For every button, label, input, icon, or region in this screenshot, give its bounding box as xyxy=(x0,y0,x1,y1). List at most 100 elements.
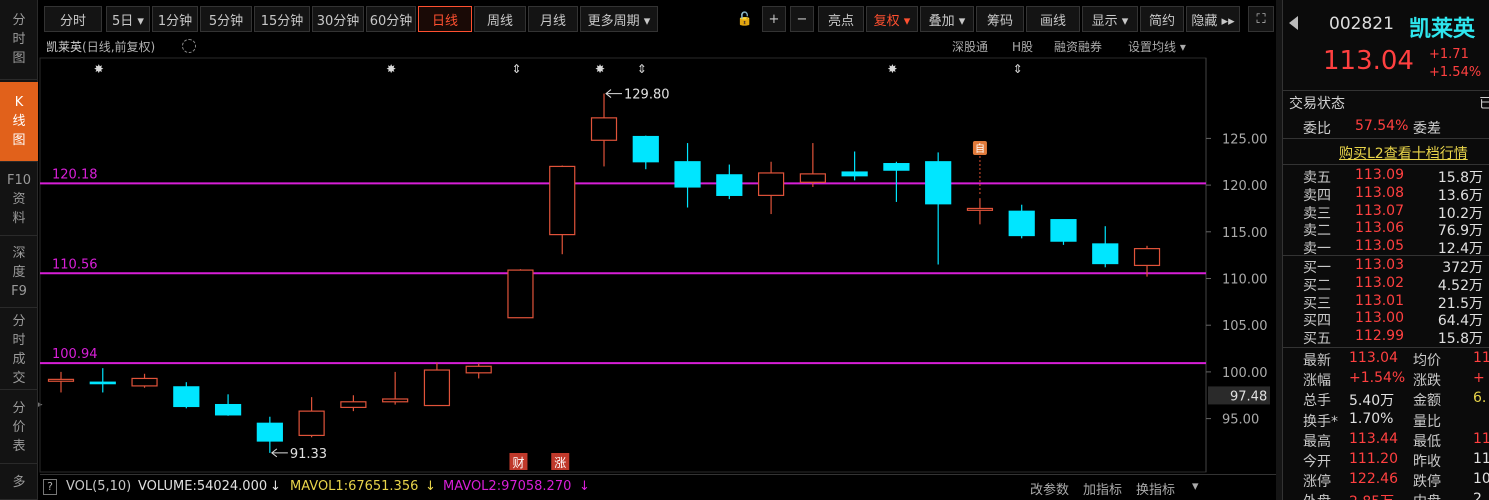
order-row[interactable]: 卖二 113.06 76.9万 xyxy=(1283,220,1489,239)
order-row[interactable]: 买一 113.03 372万 xyxy=(1283,257,1489,276)
order-row[interactable]: 买五 112.99 15.8万 xyxy=(1283,328,1489,347)
event-marker-icon: ⇕ xyxy=(511,62,521,76)
stat-label: 总手 xyxy=(1303,393,1331,410)
order-price: 113.02 xyxy=(1355,274,1404,291)
buy-l2-link[interactable]: 购买L2查看十档行情 xyxy=(1339,143,1468,163)
candle-body xyxy=(256,422,283,442)
stat-value: 11 xyxy=(1473,451,1489,467)
edit-params-link[interactable]: 改参数 xyxy=(1030,479,1069,498)
order-price: 113.05 xyxy=(1355,238,1404,255)
candle-body xyxy=(382,398,409,403)
indicator-bar: ? VOL(5,10) VOLUME:54024.000 ↓ MAVOL1:67… xyxy=(40,474,1276,500)
stat-value: 111.20 xyxy=(1349,451,1398,467)
stat-label: 涨幅 xyxy=(1303,373,1331,390)
stat-value: 2.85万 xyxy=(1349,491,1394,500)
mavol2-value: MAVOL2:97058.270 xyxy=(443,479,572,494)
kline-chart: 125.00 120.00 115.00 110.00 105.00 100.00 95.0… xyxy=(39,57,1270,473)
stat-row: 最高 113.44 最低 11 xyxy=(1283,431,1489,451)
y-tick-label: 115.00 xyxy=(1222,226,1268,241)
current-price-tag: 97.48 xyxy=(1230,389,1267,404)
event-marker-icon: ✸ xyxy=(94,62,104,76)
weibi-value: 57.54% xyxy=(1355,118,1409,134)
candle-body xyxy=(966,207,994,211)
stat-label: 量比 xyxy=(1413,413,1441,430)
event-tag: 财 xyxy=(512,456,524,470)
order-row[interactable]: 卖五 113.09 15.8万 xyxy=(1283,167,1489,186)
stat-value: 10 xyxy=(1473,471,1489,488)
order-row[interactable]: 买四 113.00 64.4万 xyxy=(1283,310,1489,329)
price-change: +1.71 +1.54% xyxy=(1429,46,1481,82)
order-row[interactable]: 卖一 113.05 12.4万 xyxy=(1283,238,1489,257)
candle-body xyxy=(131,377,158,387)
high-annotation: 129.80 xyxy=(624,88,670,103)
order-book-divider xyxy=(1283,255,1489,256)
candle-body xyxy=(590,117,618,141)
order-row[interactable]: 卖三 113.07 10.2万 xyxy=(1283,203,1489,222)
change-amount: +1.71 xyxy=(1429,47,1469,62)
vol-indicator-name: VOL(5,10) xyxy=(66,479,132,494)
volume-arrow-icon: ↓ xyxy=(270,479,281,494)
stat-label: 外盘 xyxy=(1303,491,1331,500)
stat-value: +1.54% xyxy=(1349,370,1406,387)
stat-value: + xyxy=(1473,370,1485,387)
order-price: 113.08 xyxy=(1355,184,1404,201)
event-marker-icon: ✸ xyxy=(887,62,897,76)
candle-body xyxy=(507,269,534,319)
stat-label: 内盘 xyxy=(1413,491,1441,500)
support-line-label: 120.18 xyxy=(52,167,98,182)
order-row[interactable]: 买三 113.01 21.5万 xyxy=(1283,293,1489,312)
order-price: 113.00 xyxy=(1355,310,1404,327)
candle-body xyxy=(89,381,116,385)
y-tick-label: 125.00 xyxy=(1222,132,1268,147)
candle-body xyxy=(841,171,868,177)
y-tick-label: 110.00 xyxy=(1222,273,1268,288)
candle-body xyxy=(1133,248,1161,267)
stat-value: 113.44 xyxy=(1349,430,1398,447)
stat-row: 涨幅 +1.54% 涨跌 + xyxy=(1283,370,1489,390)
candle-body xyxy=(757,172,785,196)
trade-status-label: 交易状态 xyxy=(1289,96,1345,112)
support-line-label: 110.56 xyxy=(52,257,98,272)
candle-body xyxy=(925,161,952,205)
stat-row: 涨停 122.46 跌停 10 xyxy=(1283,471,1489,491)
stat-label: 金额 xyxy=(1413,393,1441,410)
order-price: 113.06 xyxy=(1355,220,1404,237)
stat-row: 换手* 1.70% 量比 xyxy=(1283,411,1489,431)
stock-name: 凯莱英 xyxy=(1409,17,1476,42)
back-arrow-icon[interactable] xyxy=(1289,16,1298,30)
stat-label: 换手* xyxy=(1303,413,1338,430)
candle-body xyxy=(632,135,659,163)
candle-body xyxy=(173,386,200,408)
indicator-dropdown-icon[interactable]: ▾ xyxy=(1192,479,1199,494)
stat-label: 昨收 xyxy=(1413,454,1441,470)
order-price: 113.03 xyxy=(1355,257,1404,273)
add-indicator-link[interactable]: 加指标 xyxy=(1083,479,1122,498)
stock-code: 002821 xyxy=(1329,14,1394,34)
plot-frame xyxy=(39,57,1207,473)
switch-indicator-link[interactable]: 换指标 xyxy=(1136,479,1175,498)
event-marker-icon: ⇕ xyxy=(637,62,647,76)
stat-row: 外盘 2.85万 内盘 2. xyxy=(1283,491,1489,500)
candle-body xyxy=(423,369,451,407)
stat-label: 涨停 xyxy=(1303,474,1331,491)
y-tick-label: 120.00 xyxy=(1222,179,1268,194)
order-price: 113.09 xyxy=(1355,167,1404,183)
last-price: 113.04 xyxy=(1323,46,1414,76)
stat-label: 涨跌 xyxy=(1413,373,1441,390)
stat-row: 今开 111.20 昨收 11 xyxy=(1283,451,1489,471)
candle-body xyxy=(1050,219,1077,242)
order-row[interactable]: 卖四 113.08 13.6万 xyxy=(1283,184,1489,204)
candle-body xyxy=(549,165,576,236)
order-row[interactable]: 买二 113.02 4.52万 xyxy=(1283,274,1489,294)
weibi-label: 委比 xyxy=(1303,121,1331,137)
candle-body xyxy=(47,378,75,382)
event-marker-icon: ✸ xyxy=(386,62,396,76)
y-tick-label: 105.00 xyxy=(1222,319,1268,334)
stat-label: 均价 xyxy=(1413,353,1441,369)
event-marker-icon: ✸ xyxy=(595,62,605,76)
stat-value: 6. xyxy=(1473,390,1487,407)
mavol1-value: MAVOL1:67651.356 xyxy=(290,479,419,494)
help-icon[interactable]: ? xyxy=(43,479,57,495)
stat-value: 2. xyxy=(1473,491,1487,500)
order-price: 112.99 xyxy=(1355,328,1404,345)
